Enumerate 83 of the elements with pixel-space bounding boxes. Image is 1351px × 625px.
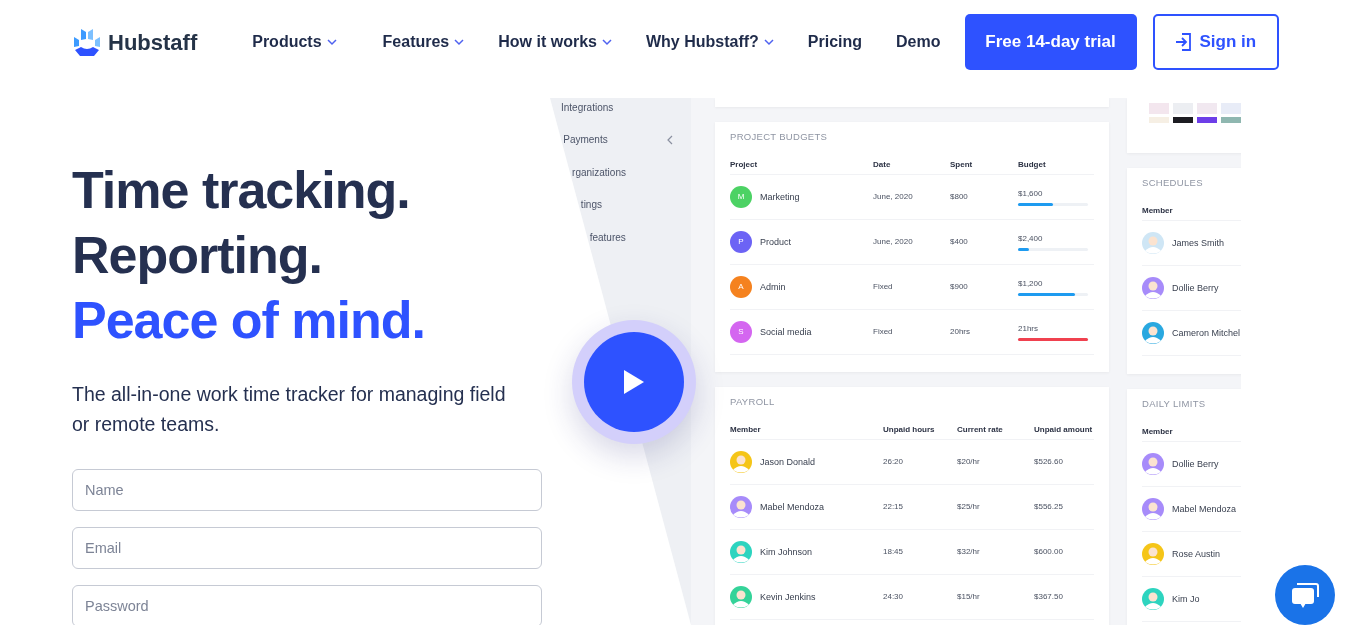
play-icon bbox=[624, 370, 644, 394]
budget-amount: $1,600 bbox=[1018, 188, 1044, 201]
member-name: Mabel Mendoza bbox=[1172, 502, 1237, 516]
column-header: Unpaid hours bbox=[883, 423, 936, 436]
headline: Reporting. bbox=[72, 225, 323, 286]
sidebar-item[interactable]: features bbox=[589, 229, 673, 245]
input-field[interactable]: Email bbox=[72, 527, 542, 569]
nav-link[interactable]: Why Hubstaff? bbox=[645, 30, 774, 54]
table-cell-text: $556.25 bbox=[1034, 501, 1064, 514]
initial-avatar: P bbox=[730, 231, 752, 254]
initial-avatar: S bbox=[730, 321, 752, 344]
table-cell-text: Fixed bbox=[873, 326, 894, 339]
nav-link[interactable]: Features bbox=[382, 30, 465, 54]
column-header: Member bbox=[1142, 204, 1174, 217]
chat-button[interactable] bbox=[1275, 565, 1335, 625]
input-field[interactable]: Password bbox=[72, 585, 542, 625]
table-cell-text: June, 2020 bbox=[873, 236, 914, 249]
table-cell-text: 26:20 bbox=[883, 456, 905, 469]
table-cell-text: $900 bbox=[950, 281, 969, 294]
budget-amount: 21hrs bbox=[1018, 323, 1039, 336]
initial-avatar: M bbox=[730, 186, 752, 209]
column-header: Current rate bbox=[957, 423, 1004, 436]
member-name: Cameron Mitchel bbox=[1172, 326, 1241, 340]
member-name: James Smith bbox=[1172, 236, 1224, 250]
member-name: Dollie Berry bbox=[1172, 457, 1219, 471]
sidebar-item[interactable]: rganizations bbox=[572, 164, 673, 180]
sign-in-icon bbox=[1175, 33, 1192, 51]
project-name: Marketing bbox=[760, 190, 800, 204]
column-header: Member bbox=[730, 423, 762, 436]
nav-link[interactable]: Demo bbox=[896, 30, 941, 54]
logo-icon bbox=[72, 27, 102, 57]
card-title: PROJECT BUDGETS bbox=[730, 130, 829, 144]
table-cell-text: 20hrs bbox=[950, 326, 971, 339]
column-header: Budget bbox=[1018, 158, 1047, 171]
column-header: Project bbox=[730, 158, 759, 171]
card-title: SCHEDULES bbox=[1142, 176, 1204, 190]
headline: Time tracking. bbox=[72, 160, 411, 221]
sidebar-item[interactable]: tings bbox=[580, 197, 673, 213]
project-name: Social media bbox=[760, 325, 812, 339]
sidebar-item[interactable]: Payments bbox=[563, 132, 667, 148]
table-cell-text: $600.00 bbox=[1034, 546, 1064, 559]
table-cell-text: $15/hr bbox=[957, 591, 981, 604]
sign-in-button[interactable]: Sign in bbox=[1152, 14, 1279, 70]
subtitle: The all-in-one work time tracker for managing field or remote teams. bbox=[72, 382, 507, 437]
table-cell-text: $25/hr bbox=[957, 501, 981, 514]
member-name: Dollie Berry bbox=[1172, 281, 1219, 295]
member-name: Kevin Jenkins bbox=[760, 590, 816, 604]
member-name: Kim Johnson bbox=[760, 545, 813, 559]
table-cell-text: June, 2020 bbox=[873, 191, 914, 204]
column-header: Unpaid amount bbox=[1034, 423, 1094, 436]
table-cell-text: 18:45 bbox=[883, 546, 905, 559]
table-cell-text: $32/hr bbox=[957, 546, 981, 559]
table-cell-text: $20/hr bbox=[957, 456, 981, 469]
table-cell-text: 24:30 bbox=[883, 591, 905, 604]
member-name: Jason Donald bbox=[760, 455, 816, 469]
card-title: PAYROLL bbox=[730, 395, 776, 409]
sidebar-item[interactable]: Integrations bbox=[561, 99, 673, 115]
headline: Peace of mind. bbox=[72, 290, 426, 351]
column-header: Member bbox=[1142, 425, 1174, 438]
member-name: Mabel Mendoza bbox=[760, 500, 825, 514]
logo-text[interactable]: Hubstaff bbox=[108, 25, 198, 59]
input-field[interactable]: Name bbox=[72, 469, 542, 511]
column-header: Spent bbox=[950, 158, 974, 171]
speech-bubble-icon bbox=[1291, 581, 1319, 609]
table-cell-text: $800 bbox=[950, 191, 969, 204]
trial-button[interactable]: Free 14-day trial bbox=[964, 14, 1137, 70]
project-name: Admin bbox=[760, 280, 786, 294]
nav-link[interactable]: Products bbox=[252, 30, 337, 54]
table-cell-text: 22:15 bbox=[883, 501, 905, 514]
member-name: Rose Austin bbox=[1172, 547, 1221, 561]
budget-amount: $1,200 bbox=[1018, 278, 1044, 291]
card-title: DAILY LIMITS bbox=[1142, 397, 1207, 411]
column-header: Date bbox=[873, 158, 892, 171]
table-cell-text: $367.50 bbox=[1034, 591, 1064, 604]
table-cell-text: Fixed bbox=[873, 281, 894, 294]
budget-amount: $2,400 bbox=[1018, 233, 1044, 246]
nav-link[interactable]: Pricing bbox=[807, 30, 863, 54]
initial-avatar: A bbox=[730, 276, 752, 299]
project-name: Product bbox=[760, 235, 792, 249]
nav-link[interactable]: How it works bbox=[498, 30, 612, 54]
table-cell-text: $526.60 bbox=[1034, 456, 1064, 469]
member-name: Kim Jo bbox=[1172, 592, 1200, 606]
table-cell-text: $400 bbox=[950, 236, 969, 249]
